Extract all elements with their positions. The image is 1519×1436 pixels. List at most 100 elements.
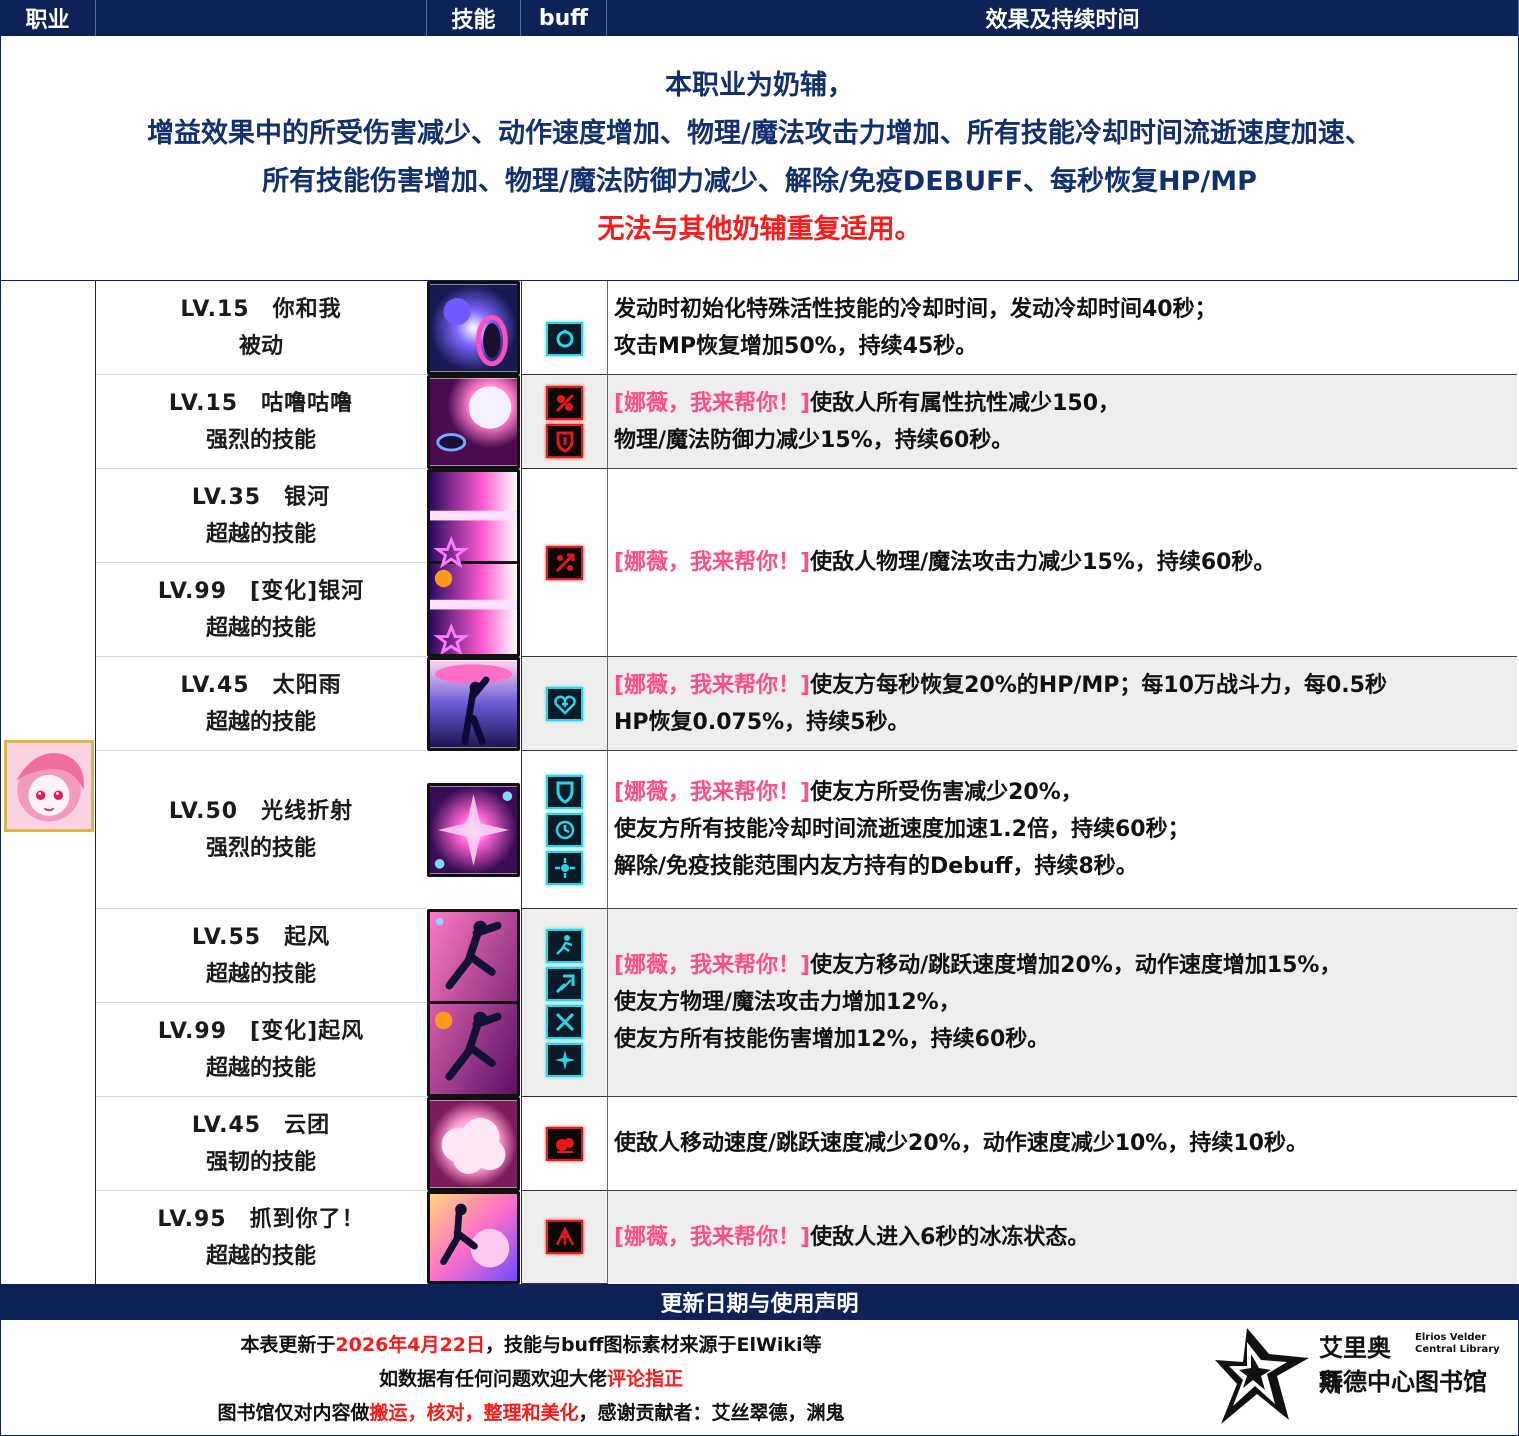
footer-text: 本表更新于 [240,1334,336,1356]
effect-cell-3: [娜薇，我来帮你！]使敌人物理/魔法攻击力减少15%，持续60秒。 [607,469,1517,657]
cooldown-speed-buff-icon [546,812,583,847]
skill-type: 超越的技能 [205,961,316,987]
skill-row-1: LV.15 你和我 被动 [96,281,426,375]
skill-name: LV.99 [变化]起风 [157,1018,365,1044]
intro-panel: 本职业为奶辅， 增益效果中的所受伤害减少、动作速度增加、物理/魔法攻击力增加、所… [0,36,1519,281]
resistance-down-debuff-icon [546,385,583,420]
footer-line-3: 图书馆仅对内容做搬运，核对，整理和美化，感谢贡献者：艾丝翠德，渊鬼 [1,1398,1061,1425]
class-column [0,281,96,1284]
skill-damage-buff-icon [546,1042,583,1077]
skill-name: LV.55 起风 [191,924,331,950]
skill-row-9: LV.45 云团 强韧的技能 [96,1097,426,1191]
effect-line: 使友方所受伤害减少20%， [810,780,1083,805]
skill-row-10: LV.95 抓到你了！ 超越的技能 [96,1191,426,1284]
effect-cell-5: [娜薇，我来帮你！]使友方所受伤害减少20%， 使友方所有技能冷却时间流逝速度加… [607,751,1517,909]
intro-line-1: 本职业为奶辅， [665,70,854,101]
skill-icon-you-and-me [427,281,520,375]
effect-line: 使友方所有技能冷却时间流逝速度加速1.2倍，持续60秒； [614,817,1190,842]
effect-line: 使敌人进入6秒的冰冻状态。 [810,1225,1090,1250]
skill-row-7: LV.55 起风 超越的技能 [96,909,426,1003]
slow-debuff-icon [546,1126,583,1161]
skill-type: 强烈的技能 [205,427,316,453]
effect-tag: [娜薇，我来帮你！] [614,390,811,416]
effect-cell-6: [娜薇，我来帮你！]使友方移动/跳跃速度增加20%，动作速度增加15%， 使友方… [607,909,1517,1097]
skill-name: LV.95 抓到你了！ [157,1206,365,1232]
skill-type: 超越的技能 [205,521,316,547]
skill-icon-got-you [427,1191,520,1284]
logo-en-line-1: Elrios Velder [1415,1332,1487,1343]
skill-name: LV.15 咕噜咕噜 [168,390,354,416]
logo-en: Elrios Velder Central Library [1415,1332,1515,1356]
skill-icon-rising-wind [427,909,520,1097]
intro-warning: 无法与其他奶辅重复适用。 [597,214,922,245]
action-speed-buff-icon [546,966,583,1001]
skill-icon-light-refraction [427,783,520,877]
logo-en-line-2: Central Library [1415,1344,1500,1355]
header-col-class: 职业 [0,0,96,36]
cooldown-reset-buff-icon [546,321,583,356]
skill-icon-galaxy [427,469,520,657]
effect-cell-2: [娜薇，我来帮你！]使敌人所有属性抗性减少150， 物理/魔法防御力减少15%，… [607,375,1517,469]
header-col-skill: 技能 [427,0,521,36]
header-col-empty [96,0,427,36]
skill-row-4: LV.99 [变化]银河 超越的技能 [96,563,426,657]
effect-line: 使友方每秒恢复20%的HP/MP；每10万战斗力，每0.5秒 [810,672,1387,698]
skill-name: LV.15 你和我 [180,296,342,322]
skill-name: LV.50 光线折射 [168,798,354,824]
effect-line: 发动时初始化特殊活性技能的冷却时间，发动冷却时间40秒； [614,296,1217,322]
freeze-debuff-icon [546,1220,583,1254]
footer-highlight: 搬运，核对，整理和美化 [369,1402,579,1424]
effect-line: 使友方物理/魔法攻击力增加12%， [614,990,961,1015]
effect-line: 解除/免疫技能范围内友方持有的Debuff，持续8秒。 [614,854,1138,879]
move-speed-buff-icon [546,928,583,963]
skill-name: LV.99 [变化]银河 [157,578,365,604]
buff-cell-2 [521,375,607,469]
footer-line-2: 如数据有任何问题欢迎大佬评论指正 [1,1364,1061,1391]
footer-text: 如数据有任何问题欢迎大佬 [378,1368,607,1390]
skill-row-8: LV.99 [变化]起风 超越的技能 [96,1003,426,1097]
effect-line: 攻击MP恢复增加50%，持续45秒。 [614,333,978,359]
effect-line: 使敌人移动速度/跳跃速度减少20%，动作速度减少10%，持续10秒。 [614,1131,1308,1156]
footer-text: ，技能与buff图标素材来源于ElWiki等 [484,1334,822,1356]
attack-down-debuff-icon [546,545,583,580]
skill-row-3: LV.35 银河 超越的技能 [96,469,426,563]
skill-type: 超越的技能 [205,1243,316,1269]
buff-cell-8 [521,1191,607,1284]
buff-cell-6 [521,909,607,1097]
effect-tag: [娜薇，我来帮你！] [614,672,811,698]
library-logo-icon [1213,1324,1313,1432]
footer-panel: 本表更新于2026年4月22日，技能与buff图标素材来源于ElWiki等 如数… [0,1320,1519,1436]
effect-line: 物理/魔法防御力减少15%，持续60秒。 [614,427,1014,453]
footer-text: ，感谢贡献者：艾丝翠德，渊鬼 [578,1402,845,1424]
intro-line-2: 增益效果中的所受伤害减少、动作速度增加、物理/魔法攻击力增加、所有技能冷却时间流… [147,118,1372,149]
footer-title: 更新日期与使用声明 [0,1284,1519,1320]
update-date: 2026年4月22日 [335,1334,485,1356]
skill-icon-cloud [427,1097,520,1191]
effect-tag: [娜薇，我来帮你！] [614,953,811,978]
debuff-immunity-buff-icon [546,850,583,885]
skill-row-6: LV.50 光线折射 强烈的技能 [96,751,426,909]
header-col-buff: buff [521,0,607,36]
skill-name: LV.35 银河 [191,484,331,510]
footer-text: 图书馆仅对内容做 [217,1402,370,1424]
intro-line-3: 所有技能伤害增加、物理/魔法防御力减少、解除/免疫DEBUFF、每秒恢复HP/M… [262,166,1257,197]
effect-tag: [娜薇，我来帮你！] [614,780,811,805]
skill-name: LV.45 云团 [191,1112,331,1138]
skill-row-2: LV.15 咕噜咕噜 强烈的技能 [96,375,426,469]
effect-cell-4: [娜薇，我来帮你！]使友方每秒恢复20%的HP/MP；每10万战斗力，每0.5秒… [607,657,1517,751]
skill-icon-sun-rain [427,657,520,751]
buff-cell-1 [521,281,607,375]
footer-line-1: 本表更新于2026年4月22日，技能与buff图标素材来源于ElWiki等 [1,1330,1061,1357]
logo-cn-line-2: 拜德中心图书馆 [1319,1368,1487,1396]
skill-type: 超越的技能 [205,709,316,735]
effect-line: 使敌人物理/魔法攻击力减少15%，持续60秒。 [810,550,1276,575]
header-col-effect: 效果及持续时间 [607,0,1519,36]
effect-line: 使敌人所有属性抗性减少150， [810,390,1121,416]
skill-name: LV.45 太阳雨 [180,672,342,698]
effect-line: 使友方移动/跳跃速度增加20%，动作速度增加15%， [810,953,1342,978]
buff-cell-5 [521,751,607,909]
effect-cell-8: [娜薇，我来帮你！]使敌人进入6秒的冰冻状态。 [607,1191,1517,1284]
hp-regen-buff-icon [546,686,583,721]
skill-icon-gurugulu [427,375,520,469]
skill-type: 超越的技能 [205,1055,316,1081]
